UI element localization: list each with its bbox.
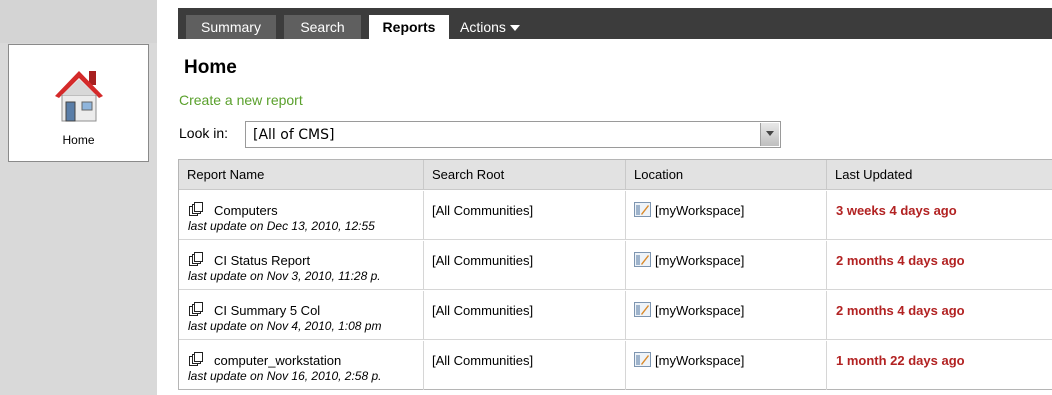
- workspace-icon: [634, 252, 651, 267]
- home-tile-label: Home: [62, 133, 95, 147]
- search-root-cell: [All Communities]: [423, 291, 625, 340]
- lookin-selected-value: [All of CMS]: [253, 127, 335, 143]
- search-root-text: [All Communities]: [432, 203, 534, 218]
- tab-reports[interactable]: Reports: [369, 15, 449, 39]
- chevron-down-icon: [509, 25, 520, 32]
- report-icon: [189, 252, 203, 266]
- report-name-link[interactable]: Computers: [214, 203, 278, 218]
- report-name-cell: Computers last update on Dec 13, 2010, 1…: [179, 191, 423, 240]
- workspace-icon: [634, 202, 651, 217]
- column-header-search-root[interactable]: Search Root: [423, 160, 625, 190]
- last-updated-cell: 1 month 22 days ago: [826, 341, 1052, 390]
- tab-actions[interactable]: Actions: [460, 15, 550, 39]
- table-row[interactable]: CI Summary 5 Col last update on Nov 4, 2…: [179, 291, 1052, 340]
- report-name-link[interactable]: CI Status Report: [214, 253, 310, 268]
- location-cell: [myWorkspace]: [625, 191, 826, 240]
- lookin-label: Look in:: [179, 125, 229, 141]
- home-icon: [55, 71, 103, 122]
- search-root-text: [All Communities]: [432, 253, 534, 268]
- report-name-link[interactable]: computer_workstation: [214, 353, 341, 368]
- location-link[interactable]: [myWorkspace]: [655, 253, 744, 268]
- search-root-cell: [All Communities]: [423, 191, 625, 240]
- reports-table: Report Name Search Root Location Last Up…: [178, 159, 1052, 390]
- lookin-dropdown-button[interactable]: [760, 123, 779, 146]
- tab-actions-label: Actions: [460, 19, 506, 35]
- search-root-text: [All Communities]: [432, 353, 534, 368]
- page-title: Home: [184, 57, 237, 78]
- top-nav-bar: Summary Search Reports Actions: [178, 8, 1052, 39]
- chevron-down-icon: [766, 131, 774, 136]
- tab-search[interactable]: Search: [284, 15, 361, 39]
- column-header-last-updated[interactable]: Last Updated: [826, 160, 1052, 190]
- workspace-icon: [634, 352, 651, 367]
- search-root-cell: [All Communities]: [423, 341, 625, 390]
- sidebar-header-strip: [0, 0, 157, 43]
- location-cell: [myWorkspace]: [625, 241, 826, 290]
- report-name-cell: CI Status Report last update on Nov 3, 2…: [179, 241, 423, 290]
- last-updated-cell: 3 weeks 4 days ago: [826, 191, 1052, 240]
- last-updated-cell: 2 months 4 days ago: [826, 241, 1052, 290]
- location-link[interactable]: [myWorkspace]: [655, 303, 744, 318]
- search-root-text: [All Communities]: [432, 303, 534, 318]
- report-name-cell: computer_workstation last update on Nov …: [179, 341, 423, 390]
- sidebar: Home: [0, 0, 157, 395]
- workspace-icon: [634, 302, 651, 317]
- column-header-location[interactable]: Location: [625, 160, 826, 190]
- column-header-report-name[interactable]: Report Name: [179, 160, 423, 190]
- last-updated-text: 2 months 4 days ago: [836, 303, 965, 318]
- report-name-link[interactable]: CI Summary 5 Col: [214, 303, 320, 318]
- table-row[interactable]: Computers last update on Dec 13, 2010, 1…: [179, 191, 1052, 240]
- report-icon: [189, 352, 203, 366]
- table-row[interactable]: CI Status Report last update on Nov 3, 2…: [179, 241, 1052, 290]
- report-last-update: last update on Nov 3, 2010, 11:28 p.: [188, 269, 381, 283]
- report-last-update: last update on Nov 4, 2010, 1:08 pm: [188, 319, 382, 333]
- search-root-cell: [All Communities]: [423, 241, 625, 290]
- report-last-update: last update on Nov 16, 2010, 2:58 p.: [188, 369, 382, 383]
- last-updated-cell: 2 months 4 days ago: [826, 291, 1052, 340]
- location-link[interactable]: [myWorkspace]: [655, 353, 744, 368]
- location-cell: [myWorkspace]: [625, 341, 826, 390]
- home-tile[interactable]: Home: [8, 44, 149, 162]
- last-updated-text: 2 months 4 days ago: [836, 253, 965, 268]
- location-link[interactable]: [myWorkspace]: [655, 203, 744, 218]
- last-updated-text: 1 month 22 days ago: [836, 353, 965, 368]
- report-last-update: last update on Dec 13, 2010, 12:55: [188, 219, 375, 233]
- create-report-link[interactable]: Create a new report: [179, 92, 303, 108]
- location-cell: [myWorkspace]: [625, 291, 826, 340]
- table-row[interactable]: computer_workstation last update on Nov …: [179, 341, 1052, 390]
- tab-summary[interactable]: Summary: [186, 15, 276, 39]
- app-root: Home Summary Search Reports Actions Home…: [0, 0, 1052, 395]
- lookin-select[interactable]: [All of CMS]: [245, 121, 781, 148]
- report-icon: [189, 202, 203, 216]
- report-name-cell: CI Summary 5 Col last update on Nov 4, 2…: [179, 291, 423, 340]
- last-updated-text: 3 weeks 4 days ago: [836, 203, 957, 218]
- table-header: Report Name Search Root Location Last Up…: [179, 160, 1052, 190]
- report-icon: [189, 302, 203, 316]
